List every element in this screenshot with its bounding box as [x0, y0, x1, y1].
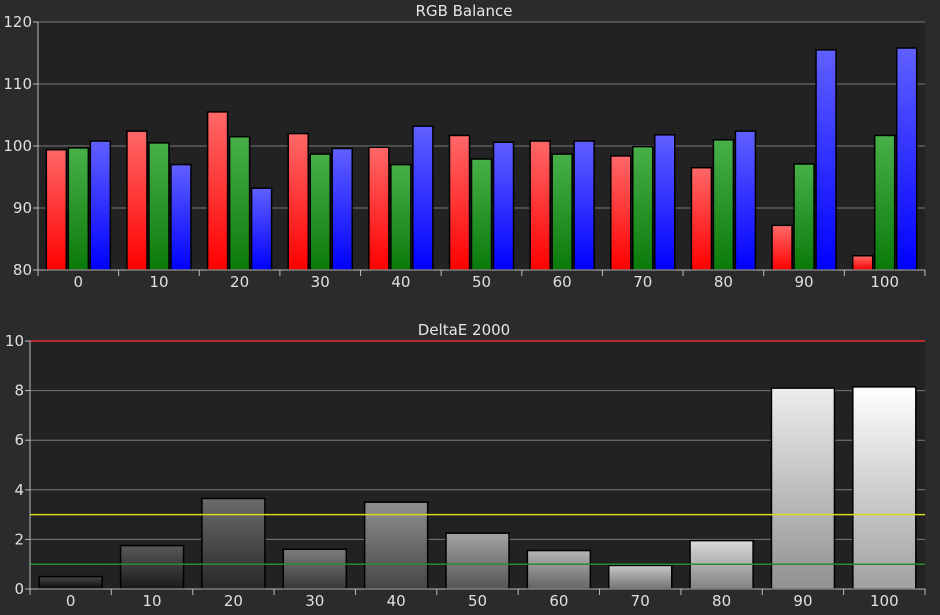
y-tick-label: 90: [13, 199, 32, 217]
red-bar: [610, 155, 632, 271]
green-bar: [67, 147, 90, 271]
blue-bar: [89, 140, 112, 271]
deltae-bar: [852, 386, 917, 590]
y-tick-label: 100: [3, 137, 32, 155]
blue-bar: [250, 187, 273, 271]
x-tick-label: 30: [305, 592, 324, 610]
green-bar: [793, 163, 815, 271]
red-bar: [45, 148, 68, 271]
x-tick-label: 90: [793, 592, 812, 610]
rgb-balance-title: RGB Balance: [416, 2, 513, 20]
red-bar: [206, 111, 229, 271]
red-bar: [851, 254, 874, 271]
x-tick-label: 10: [142, 592, 161, 610]
x-tick-label: 10: [149, 273, 168, 291]
green-bar: [309, 153, 331, 271]
y-tick-label: 0: [14, 580, 24, 598]
y-tick-label: 2: [14, 530, 24, 548]
red-bar: [771, 224, 793, 271]
deltae-bar: [445, 532, 510, 590]
x-tick-label: 80: [712, 592, 731, 610]
green-bar: [632, 145, 654, 271]
rgb-balance-chart: RGB Balance 80 90 100 110 120 0 10 20 30 40 50 60 70…: [3, 2, 926, 291]
green-bar: [470, 158, 493, 271]
green-bar: [712, 139, 735, 271]
red-bar: [448, 134, 471, 271]
blue-bar: [815, 49, 837, 271]
y-tick-label: 120: [3, 13, 32, 31]
x-tick-label: 100: [870, 592, 899, 610]
deltae-bar: [201, 497, 266, 590]
x-tick-label: 90: [794, 273, 813, 291]
blue-bar: [573, 140, 595, 271]
blue-bar: [412, 125, 434, 271]
blue-bar: [654, 134, 676, 271]
deltae-bar: [607, 564, 673, 590]
blue-bar: [492, 141, 515, 271]
x-tick-label: 70: [631, 592, 650, 610]
x-tick-label: 40: [387, 592, 406, 610]
blue-bar: [734, 130, 757, 271]
y-tick-label: 110: [3, 75, 32, 93]
x-tick-label: 20: [230, 273, 249, 291]
x-tick-label: 80: [714, 273, 733, 291]
x-tick-label: 40: [391, 273, 410, 291]
y-tick-label: 4: [14, 481, 24, 499]
green-bar: [228, 135, 251, 271]
blue-bar: [170, 163, 192, 271]
x-tick-label: 50: [472, 273, 491, 291]
blue-bar: [331, 147, 353, 271]
red-bar: [287, 132, 309, 271]
y-tick-label: 80: [13, 261, 32, 279]
green-bar: [390, 163, 412, 271]
y-tick-label: 10: [5, 332, 24, 350]
x-tick-label: 50: [468, 592, 487, 610]
red-bar: [368, 146, 390, 271]
blue-bar: [895, 47, 918, 271]
deltae-bar: [119, 544, 185, 590]
x-tick-label: 20: [224, 592, 243, 610]
deltae-title: DeltaE 2000: [418, 321, 510, 339]
green-bar: [551, 153, 573, 271]
deltae-bar: [770, 387, 836, 590]
red-bar: [529, 140, 551, 271]
deltae-bar: [282, 548, 348, 590]
red-bar: [690, 166, 713, 271]
deltae-chart: DeltaE 2000 02468100 10 20 30 40 50 60 70 80 90 10…: [5, 321, 926, 610]
green-bar: [873, 134, 896, 271]
x-tick-label: 70: [633, 273, 652, 291]
deltae-bar: [526, 549, 592, 590]
x-tick-label: 0: [66, 592, 76, 610]
x-tick-label: 100: [870, 273, 899, 291]
red-bar: [126, 130, 148, 271]
y-tick-label: 8: [14, 382, 24, 400]
y-tick-label: 6: [14, 431, 24, 449]
charts-canvas: RGB Balance 80901001101200 10 20 30 40 50 60 70…: [3, 2, 926, 610]
x-tick-label: 60: [549, 592, 568, 610]
green-bar: [148, 142, 170, 271]
x-tick-label: 0: [74, 273, 84, 291]
x-tick-label: 60: [553, 273, 572, 291]
deltae-bar: [38, 575, 103, 590]
x-tick-label: 30: [311, 273, 330, 291]
